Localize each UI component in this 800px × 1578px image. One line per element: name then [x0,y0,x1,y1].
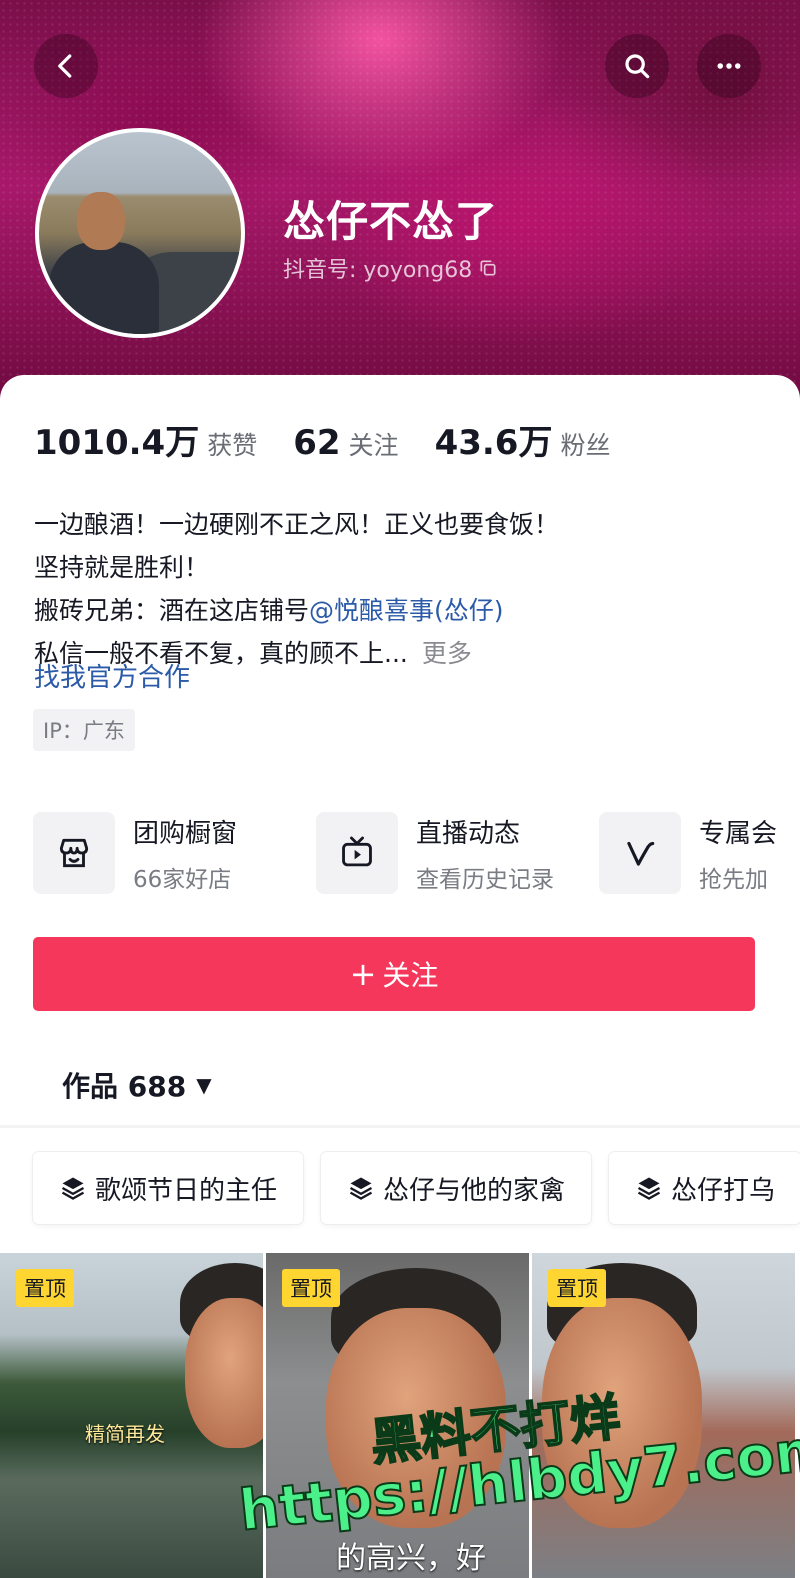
tab-works[interactable]: 作品 688 ▼ [62,1065,212,1105]
bio: 一边酿酒！一边硬刚不正之风！正义也要食饭！ 坚持就是胜利！ 搬砖兄弟：酒在这店铺… [34,503,559,675]
shop-icon [59,838,89,868]
shortcut-title: 直播动态 [416,818,521,849]
video-caption: 的高兴，好 [336,1541,486,1576]
collection-label: 怂仔与他的家禽 [383,1175,566,1206]
layers-icon [349,1177,373,1200]
video-caption: 精简再发 [85,1422,165,1446]
shortcut-icon-box [599,812,681,894]
shortcut-icon-box [316,812,398,894]
stat-following-num: 62 [293,423,341,463]
stat-likes-num: 1010.4万 [34,423,200,463]
follow-label: 关注 [382,959,439,992]
mention-link[interactable]: @悦酿喜事(怂仔) [309,596,504,625]
shortcut-live[interactable]: 直播动态 查看历史记录 [316,812,599,894]
more-button[interactable] [697,34,761,98]
shortcut-title: 团购橱窗 [133,818,238,849]
cooperation-link[interactable]: 找我官方合作 [34,657,190,694]
bio-line: 坚持就是胜利！ [34,553,210,582]
douyin-id-text: 抖音号: yoyong68 [283,258,473,283]
collection-label: 怂仔打乌 [671,1175,776,1206]
follow-button[interactable]: + 关注 [33,937,755,1011]
copy-icon[interactable] [478,258,498,278]
collection-chip[interactable]: 怂仔与他的家禽 [321,1152,591,1224]
collection-chip[interactable]: 怂仔打乌 [609,1152,800,1224]
layers-icon [61,1177,85,1200]
stat-following[interactable]: 62 关注 [293,423,398,463]
collection-label: 歌颂节日的主任 [95,1175,278,1206]
shortcuts-row: 团购橱窗 66家好店 直播动态 查看历史记录 专属会 抢先加 [33,812,800,894]
avatar-head [77,192,125,250]
bio-more-link[interactable]: 更多 [422,639,472,668]
profile-name: 怂仔不怂了 [283,197,499,246]
more-dots-icon [717,63,741,69]
shortcut-subtitle: 抢先加 [699,866,768,893]
ip-badge: IP：广东 [33,709,135,751]
shortcut-subtitle: 66家好店 [133,866,232,893]
stat-following-label: 关注 [348,431,399,460]
bio-text: 搬砖兄弟：酒在这店铺号 [34,596,310,625]
layers-icon [637,1177,661,1200]
thumb-face [185,1298,263,1448]
v-icon [627,841,655,866]
shortcut-membership[interactable]: 专属会 抢先加 [599,812,800,894]
avatar[interactable] [35,128,245,338]
tab-works-label: 作品 688 [62,1070,187,1103]
tv-icon [342,836,372,867]
pinned-badge: 置顶 [548,1269,606,1307]
stat-fans[interactable]: 43.6万 粉丝 [435,415,611,464]
bio-line: 搬砖兄弟：酒在这店铺号@悦酿喜事(怂仔) [34,589,559,632]
search-button[interactable] [605,34,669,98]
douyin-id[interactable]: 抖音号: yoyong68 [283,252,498,284]
shortcut-title: 专属会 [699,818,778,849]
shortcut-group-buy[interactable]: 团购橱窗 66家好店 [33,812,316,894]
plus-icon: + [349,955,377,993]
back-button[interactable] [34,34,98,98]
avatar-body [49,242,159,334]
bio-line: 一边酿酒！一边硬刚不正之风！正义也要食饭！ [34,510,560,539]
collections-row: 歌颂节日的主任 怂仔与他的家禽 怂仔打乌 [33,1152,800,1224]
shortcut-icon-box [33,812,115,894]
profile-card: 1010.4万 获赞 62 关注 43.6万 粉丝 一边酿酒！一边硬刚不正之风！… [0,375,800,1578]
stat-fans-num: 43.6万 [434,423,553,463]
video-tile[interactable]: 置顶 精简再发 [0,1253,263,1578]
stat-likes[interactable]: 1010.4万 获赞 [34,415,257,464]
pinned-badge: 置顶 [282,1269,340,1307]
caret-down-icon: ▼ [196,1073,212,1097]
search-icon [625,54,650,79]
stat-fans-label: 粉丝 [560,431,611,460]
collection-chip[interactable]: 歌颂节日的主任 [33,1152,303,1224]
shortcut-subtitle: 查看历史记录 [416,866,554,893]
pinned-badge: 置顶 [16,1269,74,1307]
stats-row: 1010.4万 获赞 62 关注 43.6万 粉丝 [34,415,646,464]
chevron-left-icon [58,54,72,78]
stat-likes-label: 获赞 [207,431,258,460]
divider [0,1125,800,1128]
